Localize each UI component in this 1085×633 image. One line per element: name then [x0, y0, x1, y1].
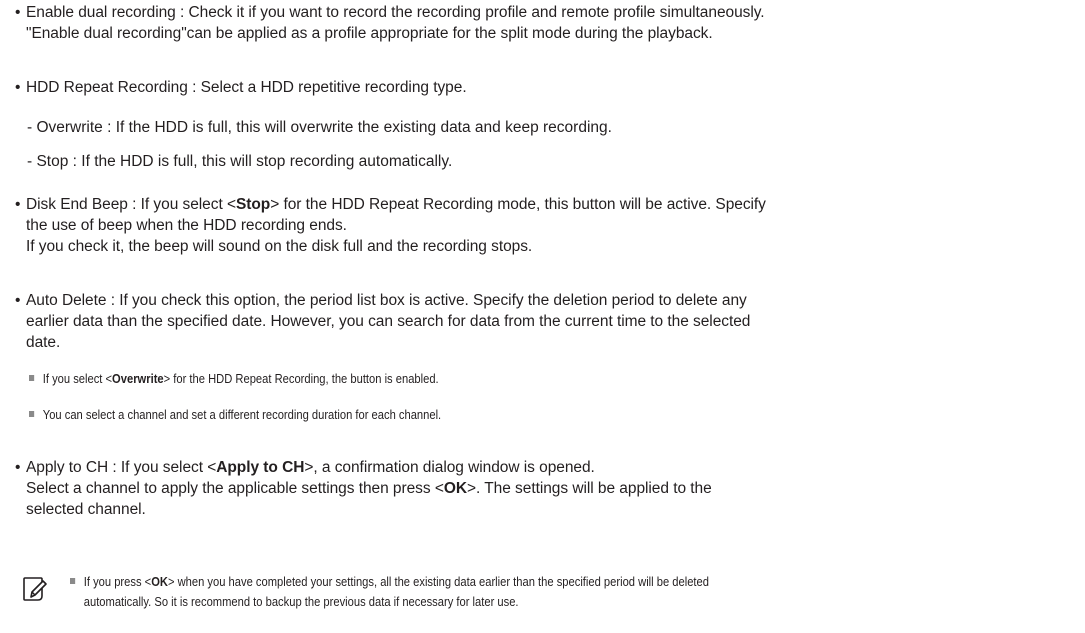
bullet: • — [15, 292, 21, 309]
keyword-stop: Stop — [235, 196, 271, 213]
hdd-stop-subitem: - Stop : If the HDD is full, this will s… — [27, 153, 453, 170]
square-bullet-icon — [29, 375, 35, 381]
manual-page: • Enable dual recording : Check it if yo… — [0, 0, 1085, 633]
auto-delete-line-1: Auto Delete : If you check this option, … — [26, 292, 747, 309]
keyword-apply-to-ch: Apply to CH — [216, 459, 305, 476]
apply-to-ch-line-2: Select a channel to apply the applicable… — [26, 480, 712, 497]
disk-end-beep-line-1: Disk End Beep : If you select <Stop> for… — [26, 196, 766, 213]
note-pencil-icon — [23, 577, 47, 601]
square-bullet-icon — [29, 411, 35, 417]
bullet: • — [15, 459, 21, 476]
square-bullet-icon — [70, 578, 76, 584]
final-note: If you press <OK> when you have complete… — [70, 572, 709, 612]
hdd-overwrite-subitem: - Overwrite : If the HDD is full, this w… — [27, 119, 612, 136]
disk-end-beep-line-2: the use of beep when the HDD recording e… — [26, 217, 347, 234]
dual-recording-line-2: "Enable dual recording"can be applied as… — [26, 25, 713, 42]
keyword-ok: OK — [151, 574, 168, 589]
bullet: • — [15, 196, 21, 213]
keyword-ok: OK — [443, 480, 467, 497]
disk-end-beep-line-3: If you check it, the beep will sound on … — [26, 238, 533, 255]
auto-delete-note-1: If you select <Overwrite> for the HDD Re… — [29, 370, 439, 388]
dual-recording-line-1: Enable dual recording : Check it if you … — [26, 4, 765, 21]
final-note-line-1: If you press <OK> when you have complete… — [70, 572, 709, 592]
auto-delete-line-2: earlier data than the specified date. Ho… — [26, 313, 751, 330]
bullet: • — [15, 79, 21, 96]
hdd-repeat-line-1: HDD Repeat Recording : Select a HDD repe… — [26, 79, 467, 96]
final-note-line-2: automatically. So it is recommend to bac… — [83, 594, 519, 609]
keyword-overwrite: Overwrite — [112, 371, 164, 386]
bullet: • — [15, 4, 21, 21]
auto-delete-line-3: date. — [26, 334, 61, 351]
auto-delete-note-2: You can select a channel and set a diffe… — [29, 406, 441, 424]
apply-to-ch-line-1: Apply to CH : If you select <Apply to CH… — [26, 459, 595, 476]
apply-to-ch-line-3: selected channel. — [26, 501, 146, 518]
